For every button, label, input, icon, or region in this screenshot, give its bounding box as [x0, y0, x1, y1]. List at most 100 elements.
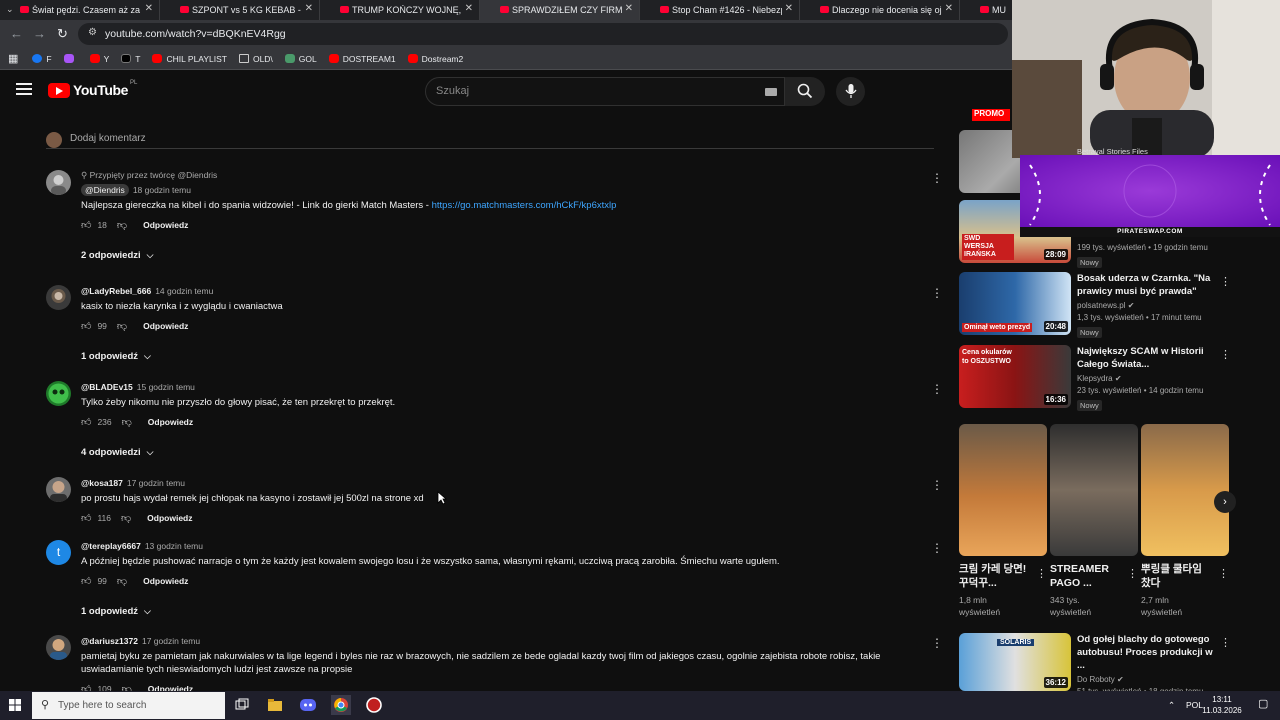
notification-icon[interactable]: ▢: [1258, 697, 1268, 710]
bookmark-youtube[interactable]: Y: [89, 54, 109, 64]
replies-toggle[interactable]: 4 odpowiedzi ⌵: [81, 447, 941, 458]
browser-tab[interactable]: Stop Cham #1426 - Niebezpiec✕: [640, 0, 800, 20]
tray-overflow-icon[interactable]: ⌃: [1168, 700, 1175, 711]
short-title[interactable]: 크림 카레 당면! 꾸덕꾸...: [959, 562, 1029, 590]
avatar[interactable]: [46, 635, 71, 660]
reply-button[interactable]: Odpowiedz: [143, 220, 188, 230]
reply-button[interactable]: Odpowiedz: [143, 321, 188, 331]
menu-icon[interactable]: [16, 83, 32, 95]
comment-time[interactable]: 17 godzin temu: [127, 478, 185, 488]
short-thumbnail[interactable]: [1050, 424, 1138, 556]
close-tab-icon[interactable]: ✕: [305, 3, 313, 14]
bookmark-dostream1[interactable]: DOSTREAM1: [328, 54, 396, 64]
browser-tab[interactable]: SZPONT vs 5 KG KEBAB - YouT✕: [160, 0, 320, 20]
dislike-icon[interactable]: 👎︎: [121, 512, 131, 524]
comment-author[interactable]: @dariusz1372: [81, 636, 138, 646]
bookmark-dostream2[interactable]: Dostream2: [407, 54, 463, 64]
avatar[interactable]: t: [46, 540, 71, 565]
search-input[interactable]: Szukaj: [425, 77, 785, 106]
apps-grid-icon[interactable]: ▦: [8, 52, 18, 65]
forward-arrow-icon[interactable]: →: [33, 26, 46, 41]
video-channel[interactable]: Do Roboty ✔: [1077, 675, 1217, 684]
more-options-icon[interactable]: ⋮: [1127, 567, 1138, 580]
like-icon[interactable]: 👍︎: [81, 320, 91, 332]
more-options-icon[interactable]: ⋮: [931, 287, 943, 299]
reply-button[interactable]: Odpowiedz: [147, 513, 192, 523]
youtube-logo[interactable]: YouTube PL: [48, 80, 137, 98]
close-tab-icon[interactable]: ✕: [625, 3, 633, 14]
windows-start-icon[interactable]: [9, 699, 21, 711]
replies-toggle[interactable]: 2 odpowiedzi ⌵: [81, 250, 941, 261]
video-thumbnail[interactable]: SOLARIS 36:12: [959, 633, 1071, 691]
video-title[interactable]: Największy SCAM w Historii Całego Świata…: [1077, 345, 1217, 371]
comment-author[interactable]: @tereplay6667: [81, 541, 141, 551]
browser-tab-active[interactable]: SPRAWDZIŁEM CZY FIRMA ✕: [480, 0, 640, 20]
more-options-icon[interactable]: ⋮: [1218, 567, 1229, 580]
short-card[interactable]: 뿌링클 쿨타임 찼다 2,7 mln wyświetleń ⋮: [1141, 424, 1229, 618]
reply-button[interactable]: Odpowiedz: [148, 417, 193, 427]
discord-icon[interactable]: [298, 695, 318, 715]
comment-time[interactable]: 17 godzin temu: [142, 636, 200, 646]
short-thumbnail[interactable]: [1141, 424, 1229, 556]
short-card[interactable]: 크림 카레 당면! 꾸덕꾸... 1,8 mln wyświetleń ⋮: [959, 424, 1047, 618]
more-options-icon[interactable]: ⋮: [1220, 348, 1231, 361]
bookmark-folder-old[interactable]: OLD\: [238, 54, 273, 64]
dislike-icon[interactable]: 👎︎: [117, 575, 127, 587]
more-options-icon[interactable]: ⋮: [931, 479, 943, 491]
like-icon[interactable]: 👍︎: [81, 416, 91, 428]
voice-search-button[interactable]: [836, 77, 865, 106]
taskbar-clock[interactable]: 13:11 11.03.2026: [1201, 694, 1243, 716]
video-thumbnail[interactable]: Ominął weto prezyd 20:48: [959, 272, 1071, 335]
file-explorer-icon[interactable]: [265, 695, 285, 715]
bookmark-gol[interactable]: GOL: [284, 54, 317, 64]
reply-button[interactable]: Odpowiedz: [143, 576, 188, 586]
more-options-icon[interactable]: ⋮: [931, 383, 943, 395]
video-title[interactable]: Bosak uderza w Czarnka. "Na prawicy musi…: [1077, 272, 1217, 298]
bookmark-chil-playlist[interactable]: CHIL PLAYLIST: [152, 54, 227, 64]
url-text[interactable]: youtube.com/watch?v=dBQKnEV4Rgg: [105, 28, 286, 40]
avatar[interactable]: [46, 285, 71, 310]
comment-time[interactable]: 15 godzin temu: [137, 382, 195, 392]
short-title[interactable]: 뿌링클 쿨타임 찼다: [1141, 562, 1211, 590]
taskbar-search-input[interactable]: ⚲ Type here to search: [32, 692, 225, 719]
dislike-icon[interactable]: 👎︎: [122, 416, 132, 428]
video-channel[interactable]: polsatnews.pl ✔: [1077, 301, 1217, 310]
avatar[interactable]: [46, 477, 71, 502]
close-tab-icon[interactable]: ✕: [945, 3, 953, 14]
video-channel[interactable]: Klepsydra ✔: [1077, 374, 1217, 383]
close-tab-icon[interactable]: ✕: [465, 3, 473, 14]
more-options-icon[interactable]: ⋮: [931, 637, 943, 649]
browser-tab[interactable]: Świat pędzi. Czasem aż za bard✕: [0, 0, 160, 20]
browser-tab[interactable]: TRUMP KOŃCZY WOJNĘ, ALE I✕: [320, 0, 480, 20]
more-options-icon[interactable]: ⋮: [1220, 275, 1231, 288]
site-info-icon[interactable]: ⚙: [88, 27, 97, 38]
close-tab-icon[interactable]: ✕: [145, 3, 153, 14]
avatar[interactable]: [46, 381, 71, 406]
keyboard-icon[interactable]: [765, 88, 777, 96]
comment-author[interactable]: @LadyRebel_666: [81, 286, 151, 296]
comment-link[interactable]: https://go.matchmasters.com/hCkF/kp6xtxl…: [432, 200, 617, 211]
close-tab-icon[interactable]: ✕: [785, 3, 793, 14]
avatar[interactable]: [46, 170, 71, 195]
short-card[interactable]: STREAMER PAGO ... 343 tys. wyświetleń ⋮: [1050, 424, 1138, 618]
chrome-icon[interactable]: [331, 695, 351, 715]
more-options-icon[interactable]: ⋮: [1220, 636, 1231, 649]
task-view-icon[interactable]: [232, 695, 252, 715]
address-bar[interactable]: ⚙ youtube.com/watch?v=dBQKnEV4Rgg: [78, 23, 1008, 45]
like-icon[interactable]: 👍︎: [81, 219, 91, 231]
search-button[interactable]: [785, 77, 825, 106]
replies-toggle[interactable]: 1 odpowiedź ⌵: [81, 351, 941, 362]
like-icon[interactable]: 👍︎: [81, 512, 91, 524]
replies-toggle[interactable]: 1 odpowiedź ⌵: [81, 606, 941, 617]
more-options-icon[interactable]: ⋮: [931, 172, 943, 184]
video-thumbnail[interactable]: Cena okularów to OSZUSTWO 16:36: [959, 345, 1071, 408]
short-thumbnail[interactable]: [959, 424, 1047, 556]
shorts-next-button[interactable]: ›: [1214, 491, 1236, 513]
app-icon[interactable]: [364, 695, 384, 715]
bookmark-x[interactable]: T: [121, 54, 140, 64]
short-title[interactable]: STREAMER PAGO ...: [1050, 562, 1120, 590]
dislike-icon[interactable]: 👎︎: [117, 320, 127, 332]
more-options-icon[interactable]: ⋮: [1036, 567, 1047, 580]
back-arrow-icon[interactable]: ←: [10, 26, 23, 41]
comment-time[interactable]: 14 godzin temu: [155, 286, 213, 296]
